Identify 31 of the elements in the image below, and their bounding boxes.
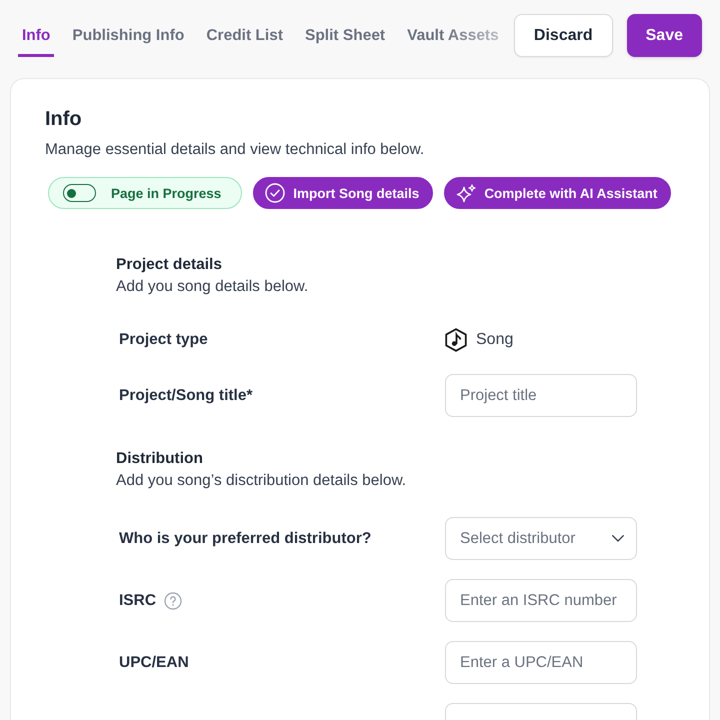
- check-circle-icon: [265, 183, 286, 203]
- tab[interactable]: Split Sheet: [301, 14, 390, 57]
- project-type-value: Song: [476, 330, 514, 348]
- section-subtitle: Add you song’s disctribution details below.: [116, 471, 406, 491]
- field-label: ISRC: [119, 592, 156, 610]
- field-label: Project type: [119, 330, 208, 348]
- section-subtitle: Add you song details below.: [116, 277, 308, 297]
- card-subtitle: Manage essential details and view technical info below.: [45, 140, 424, 160]
- field-label: Project/Song title*: [119, 386, 252, 404]
- progress-toggle-button[interactable]: Page in Progress: [48, 177, 242, 209]
- tab[interactable]: Info: [18, 14, 54, 57]
- ai-assistant-button[interactable]: Complete with AI Assistant: [444, 177, 672, 209]
- import-button[interactable]: Import Song details: [253, 177, 434, 209]
- music-note-icon: [445, 328, 467, 352]
- tab[interactable]: Vault Assets: [403, 14, 503, 57]
- section-title: Project details: [116, 255, 222, 275]
- field-label: UPC/EAN: [119, 654, 189, 672]
- tab[interactable]: Publishing Info: [68, 14, 188, 57]
- sparkle-icon: [456, 184, 476, 202]
- text-field[interactable]: Enter a UPC/EAN: [445, 641, 637, 684]
- section-title: Distribution: [116, 449, 203, 469]
- toggle-switch-icon[interactable]: [63, 184, 96, 202]
- text-field[interactable]: Project title: [445, 374, 637, 417]
- save-button[interactable]: Save: [626, 14, 702, 57]
- chevron-icon: [612, 535, 624, 542]
- text-field[interactable]: Enter an ISRC number: [445, 579, 637, 622]
- field-label: Who is your preferred distributor?: [119, 530, 372, 548]
- discard-button[interactable]: Discard: [514, 14, 613, 57]
- card-title: Info: [45, 107, 82, 131]
- tab[interactable]: Credit List: [202, 14, 287, 57]
- select-field[interactable]: Select distributor: [445, 517, 637, 560]
